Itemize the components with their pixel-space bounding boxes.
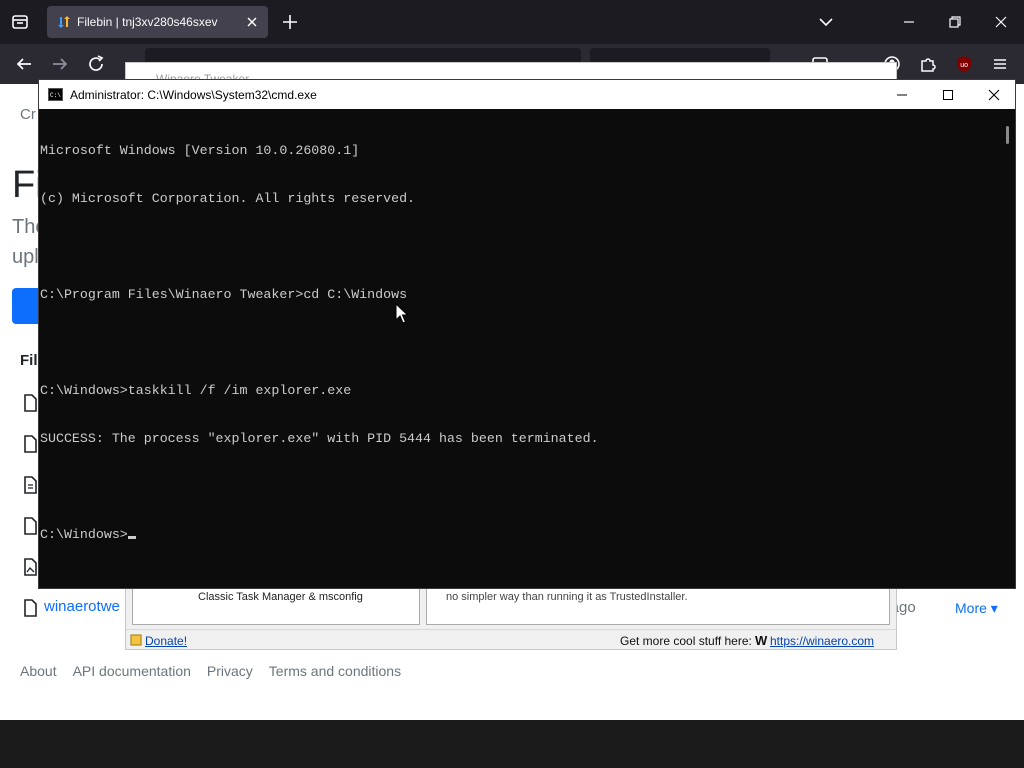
page-lead-line-2: upl	[12, 246, 39, 268]
console-line: Microsoft Windows [Version 10.0.26080.1]	[40, 143, 360, 158]
ublock-origin-icon[interactable]: uo	[952, 52, 976, 76]
tweaker-list-item[interactable]: Classic Task Manager & msconfig	[198, 591, 363, 603]
svg-text:uo: uo	[960, 62, 968, 69]
donate-link[interactable]: Donate!	[145, 634, 187, 648]
more-stuff-label: Get more cool stuff here:	[620, 634, 752, 648]
footer-link-about[interactable]: About	[20, 663, 57, 679]
files-heading: Fil	[20, 352, 38, 369]
extensions-puzzle-icon[interactable]	[916, 52, 940, 76]
cmd-scrollbar[interactable]	[999, 110, 1015, 588]
cmd-app-icon: C:\	[48, 88, 63, 101]
tab-close-icon[interactable]	[244, 14, 260, 30]
reload-icon[interactable]	[84, 52, 108, 76]
file-icon	[22, 435, 38, 453]
console-line: (c) Microsoft Corporation. All rights re…	[40, 191, 416, 206]
list-all-tabs-chevron-icon[interactable]	[816, 12, 836, 32]
cmd-maximize-icon[interactable]	[940, 87, 956, 103]
back-arrow-icon[interactable]	[12, 52, 36, 76]
winaero-logo-icon: W	[755, 633, 768, 648]
console-prompt: C:\Windows>	[40, 527, 128, 542]
browser-tab-bar: Filebin | tnj3xv280s46sxev	[0, 0, 1024, 44]
console-line: C:\Windows>taskkill /f /im explorer.exe	[40, 383, 352, 398]
page-footer: About API documentation Privacy Terms an…	[20, 663, 401, 679]
file-text-icon	[22, 476, 38, 494]
desktop-bottom-strip	[0, 720, 1024, 768]
cmd-title-bar[interactable]: C:\ Administrator: C:\Windows\System32\c…	[39, 80, 1015, 109]
tab-list-icon[interactable]	[8, 10, 32, 34]
hamburger-menu-icon[interactable]	[988, 52, 1012, 76]
file-link[interactable]: winaerotwe	[44, 598, 120, 615]
screen: Filebin | tnj3xv280s46sxev uo Cr Fi The …	[0, 0, 1024, 768]
footer-link-privacy[interactable]: Privacy	[207, 663, 253, 679]
footer-link-api-documentation[interactable]: API documentation	[73, 663, 191, 679]
browser-close-icon[interactable]	[989, 10, 1013, 34]
browser-tab-active[interactable]: Filebin | tnj3xv280s46sxev	[47, 6, 268, 38]
cmd-scrollbar-thumb[interactable]	[1006, 126, 1009, 144]
breadcrumb[interactable]: Cr	[20, 106, 36, 123]
cmd-minimize-icon[interactable]	[894, 87, 910, 103]
browser-minimize-icon[interactable]	[897, 10, 921, 34]
new-tab-button[interactable]	[280, 12, 300, 32]
cmd-console-output[interactable]: Microsoft Windows [Version 10.0.26080.1]…	[39, 110, 999, 588]
file-icon	[22, 394, 38, 412]
forward-arrow-icon[interactable]	[48, 52, 72, 76]
filebin-favicon-icon	[56, 14, 72, 30]
cmd-close-icon[interactable]	[986, 87, 1002, 103]
console-line: SUCCESS: The process "explorer.exe" with…	[40, 431, 599, 446]
tab-title: Filebin | tnj3xv280s46sxev	[77, 15, 218, 29]
file-icon	[22, 517, 38, 535]
console-line: C:\Program Files\Winaero Tweaker>cd C:\W…	[40, 287, 408, 302]
winaero-link[interactable]: https://winaero.com	[770, 634, 874, 648]
text-cursor	[127, 536, 136, 539]
mouse-pointer-icon	[395, 303, 409, 325]
cmd-title: Administrator: C:\Windows\System32\cmd.e…	[70, 88, 317, 102]
file-icon	[22, 599, 38, 617]
browser-restore-icon[interactable]	[943, 10, 967, 34]
console-prompt-line[interactable]: C:\Windows>	[40, 527, 999, 543]
tweaker-description: no simpler way than running it as Truste…	[446, 591, 688, 603]
tweaker-status-bar: Donate! Get more cool stuff here: W http…	[126, 629, 896, 649]
footer-link-terms[interactable]: Terms and conditions	[269, 663, 401, 679]
more-dropdown[interactable]: More ▾	[955, 600, 998, 617]
donate-icon	[130, 634, 142, 646]
cmd-window: C:\ Administrator: C:\Windows\System32\c…	[38, 79, 1016, 589]
file-image-icon	[22, 558, 38, 576]
svg-text:C:\: C:\	[50, 92, 61, 99]
